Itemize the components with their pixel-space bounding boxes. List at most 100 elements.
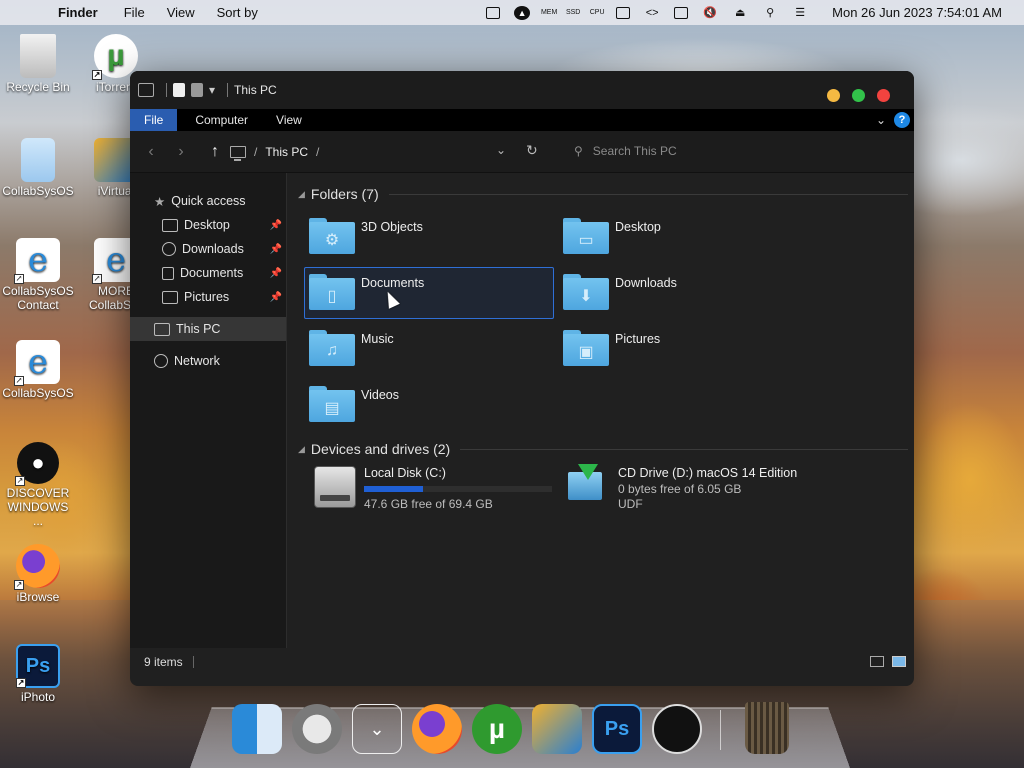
pin-icon[interactable]: 📌	[270, 220, 282, 231]
apple-icon[interactable]	[652, 704, 702, 754]
nav-documents[interactable]: Documents 📌	[130, 261, 286, 285]
drives-group-header[interactable]: ◢ Devices and drives (2)	[298, 438, 908, 460]
breadcrumb-separator: /	[316, 144, 320, 159]
trash-icon[interactable]	[745, 702, 789, 754]
breadcrumb[interactable]: / This PC /	[230, 144, 320, 161]
drive-free-space: 47.6 GB free of 69.4 GB	[364, 497, 493, 511]
search-icon[interactable]: ⚲	[762, 6, 778, 20]
cpu-icon[interactable]: CPU	[590, 3, 605, 23]
photoshop-icon[interactable]: Ps	[592, 704, 642, 754]
help-icon[interactable]: ?	[894, 112, 910, 128]
tab-file[interactable]: File	[130, 109, 178, 131]
expand-ribbon-icon[interactable]: ⌄	[876, 113, 886, 127]
cd-drive-icon	[568, 464, 602, 500]
folder-music[interactable]: ♫ Music	[304, 323, 554, 375]
pc-icon	[154, 322, 170, 336]
control-center-icon[interactable]: ☰	[792, 6, 808, 20]
folder-doc-icon	[21, 138, 55, 182]
folder-downloads[interactable]: ⬇ Downloads	[558, 267, 808, 319]
tab-view[interactable]: View	[262, 109, 316, 131]
desktop-icon	[162, 218, 178, 232]
maximize-button[interactable]	[852, 89, 865, 102]
display-icon[interactable]	[674, 6, 689, 19]
navigation-pane: ★ Quick access Desktop 📌 Downloads 📌 Doc…	[130, 173, 287, 648]
properties-icon[interactable]	[173, 83, 185, 97]
desktop-icon-label: CollabSysOS Contact	[2, 284, 74, 312]
refresh-icon[interactable]: ↻	[526, 142, 538, 159]
firefox-icon[interactable]	[412, 704, 462, 754]
desktop-icon-recycle-bin[interactable]: Recycle Bin	[2, 34, 74, 94]
ribbon-tabs: File Computer View ⌄ ?	[130, 109, 914, 131]
folder-3d-objects[interactable]: ⚙ 3D Objects	[304, 211, 554, 263]
menu-sort-by[interactable]: Sort by	[217, 5, 258, 20]
ssd-icon[interactable]: SSD	[566, 3, 580, 23]
address-dropdown-icon[interactable]: ⌄	[496, 143, 506, 157]
nav-label: Downloads	[182, 242, 244, 256]
title-bar: ▾ This PC	[130, 71, 914, 109]
virtual-icon[interactable]	[532, 704, 582, 754]
desktop-icon-collabsysos-2[interactable]: e ↗ CollabSysOS	[2, 340, 74, 400]
new-folder-icon[interactable]	[191, 83, 203, 97]
nav-pictures[interactable]: Pictures 📌	[130, 285, 286, 309]
utorrent-icon[interactable]: µ	[472, 704, 522, 754]
clock[interactable]: Mon 26 Jun 2023 7:54:01 AM	[832, 5, 1002, 20]
breadcrumb-separator: /	[254, 144, 258, 159]
search-box[interactable]: ⚲ Search This PC	[574, 144, 677, 158]
nav-label: Pictures	[184, 290, 230, 304]
qat-dropdown-icon[interactable]: ▾	[209, 83, 215, 97]
tab-computer[interactable]: Computer	[177, 109, 262, 131]
large-icons-view-icon[interactable]	[892, 656, 906, 667]
desktop-icon-ibrowse[interactable]: ↗ iBrowse	[2, 544, 74, 604]
keyboard-icon[interactable]	[486, 6, 501, 19]
nav-quick-access[interactable]: ★ Quick access	[130, 189, 286, 213]
app-menu-finder[interactable]: Finder	[58, 5, 98, 20]
forward-arrow-icon[interactable]: ›	[166, 143, 196, 161]
desktop-icon-collabsysos-contact[interactable]: e ↗ CollabSysOS Contact	[2, 238, 74, 312]
desktop-icon-label: Recycle Bin	[6, 80, 70, 94]
pin-icon[interactable]: 📌	[270, 268, 282, 279]
ie-icon: e ↗	[14, 340, 60, 386]
pin-icon[interactable]: 📌	[270, 292, 282, 303]
up-arrow-icon[interactable]: ↑	[200, 143, 230, 161]
menu-view[interactable]: View	[167, 5, 195, 20]
folder-documents[interactable]: ▯ Documents	[304, 267, 554, 319]
nav-downloads[interactable]: Downloads 📌	[130, 237, 286, 261]
finder-icon[interactable]	[232, 704, 282, 754]
pc-icon	[230, 145, 246, 161]
desktop-icon-discover-windows[interactable]: ● ↗ DISCOVER WINDOWS ...	[2, 442, 74, 528]
nav-desktop[interactable]: Desktop 📌	[130, 213, 286, 237]
folders-group-header[interactable]: ◢ Folders (7)	[298, 183, 908, 205]
desktop-icon-collabsysos[interactable]: CollabSysOS	[2, 138, 74, 198]
drive-cd-d[interactable]: CD Drive (D:) macOS 14 Edition 0 bytes f…	[562, 464, 812, 516]
folder-pictures[interactable]: ▣ Pictures	[558, 323, 808, 375]
nav-this-pc[interactable]: This PC	[130, 317, 286, 341]
folder-videos[interactable]: ▤ Videos	[304, 379, 554, 431]
pin-icon[interactable]: 📌	[270, 244, 282, 255]
mute-icon[interactable]: 🔇	[702, 6, 718, 20]
details-view-icon[interactable]	[870, 656, 884, 667]
minimize-button[interactable]	[827, 89, 840, 102]
menu-bar: Finder File View Sort by ▲ MEM SSD CPU <…	[0, 0, 1024, 25]
utorrent-icon: µ ↗	[92, 34, 138, 80]
downloads-stack-icon[interactable]: ⌄	[352, 704, 402, 754]
breadcrumb-this-pc[interactable]: This PC	[265, 145, 308, 159]
mem-icon[interactable]: MEM	[541, 3, 557, 23]
code-icon[interactable]: <>	[644, 6, 660, 20]
apple-icon: ● ↗	[15, 442, 59, 486]
back-arrow-icon[interactable]: ‹	[136, 143, 166, 161]
nav-network[interactable]: Network	[130, 349, 286, 373]
eject-circle-icon[interactable]: ▲	[514, 5, 531, 20]
drive-filesystem: UDF	[618, 497, 643, 511]
eject-icon[interactable]: ⏏	[732, 6, 748, 20]
sidebar-icon[interactable]	[616, 6, 631, 19]
divider	[388, 193, 908, 195]
folder-desktop[interactable]: ▭ Desktop	[558, 211, 808, 263]
group-title: Devices and drives (2)	[310, 441, 451, 457]
nav-label: Network	[174, 354, 220, 368]
desktop-icon-iphoto[interactable]: Ps ↗ iPhoto	[2, 644, 74, 704]
menu-file[interactable]: File	[124, 5, 145, 20]
drive-local-disk-c[interactable]: Local Disk (C:) 47.6 GB free of 69.4 GB	[308, 466, 558, 516]
close-button[interactable]	[877, 89, 890, 102]
launchpad-icon[interactable]	[292, 704, 342, 754]
nav-label: Desktop	[184, 218, 230, 232]
